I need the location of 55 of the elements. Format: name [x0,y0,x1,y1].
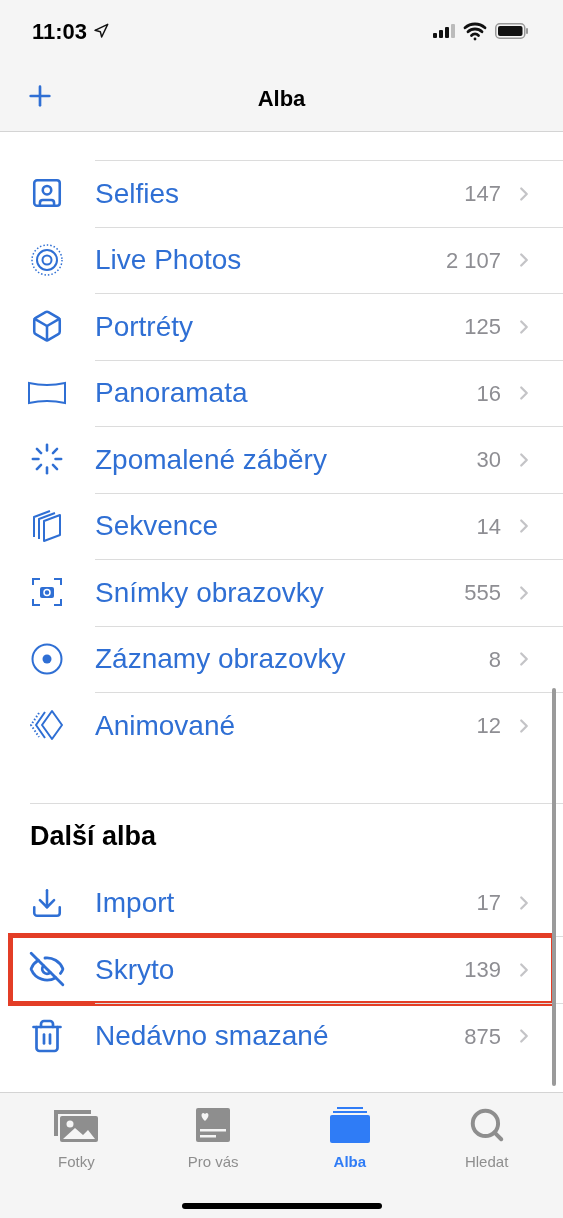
panorama-icon [26,379,67,406]
album-name: Skryto [95,952,176,987]
album-count: 147 [464,180,501,209]
albums-icon [328,1107,371,1143]
album-count: 2 107 [445,246,501,275]
album-row[interactable]: Selfies 147 [0,160,563,227]
album-count: 30 [476,446,501,475]
status-time: 11:03 [32,17,88,46]
tab-item[interactable]: Hledat [418,1105,555,1185]
album-count: 555 [464,579,501,608]
album-row[interactable]: Snímky obrazovky 555 [0,559,563,626]
album-name: Sekvence [95,509,219,544]
album-name: Import [95,885,176,920]
album-count: 14 [476,512,501,541]
hidden-eye-icon [27,950,66,989]
album-count: 125 [464,313,501,342]
album-row[interactable]: Live Photos 2 107 [0,226,563,293]
battery-icon [495,23,529,39]
album-row[interactable]: Sekvence 14 [0,492,563,559]
album-name: Nedávno smazané [95,1019,330,1054]
section-heading: Další alba [30,820,157,854]
animated-icon [29,709,64,742]
tab-item[interactable]: Pro vás [144,1105,282,1185]
album-row[interactable]: Skryto 139 [0,936,563,1003]
album-name: Snímky obrazovky [95,575,325,610]
album-name: Panoramata [95,376,249,411]
album-name: Animované [95,708,237,743]
album-row[interactable]: Import 17 [0,869,563,936]
album-row[interactable]: Panoramata 16 [0,359,563,426]
album-row[interactable]: Portréty 125 [0,293,563,360]
album-count: 16 [476,379,501,408]
tab-item[interactable]: Alba [281,1105,419,1185]
album-count: 12 [476,712,501,741]
album-row[interactable]: Záznamy obrazovky 8 [0,625,563,692]
photos-icon [53,1108,100,1142]
record-icon [30,642,63,675]
nav-title: Alba [257,85,306,113]
slow-motion-icon [29,442,64,477]
album-count: 139 [464,956,501,985]
location-icon [93,23,110,39]
album-name: Zpomalené záběry [95,442,328,477]
for-you-icon [195,1107,232,1143]
tab-item[interactable]: Fotky [8,1105,145,1185]
live-photo-icon [29,242,64,277]
album-row[interactable]: Zpomalené záběry 30 [0,426,563,493]
signal-icon [433,24,455,38]
album-count: 8 [488,645,501,674]
album-name: Live Photos [95,243,243,278]
album-count: 17 [476,889,501,918]
screenshot-icon [31,577,62,608]
album-name: Selfies [95,176,181,211]
stacked-frames-icon [30,508,63,543]
album-name: Portréty [95,309,195,344]
album-name: Záznamy obrazovky [95,642,347,677]
album-count: 875 [464,1022,501,1051]
